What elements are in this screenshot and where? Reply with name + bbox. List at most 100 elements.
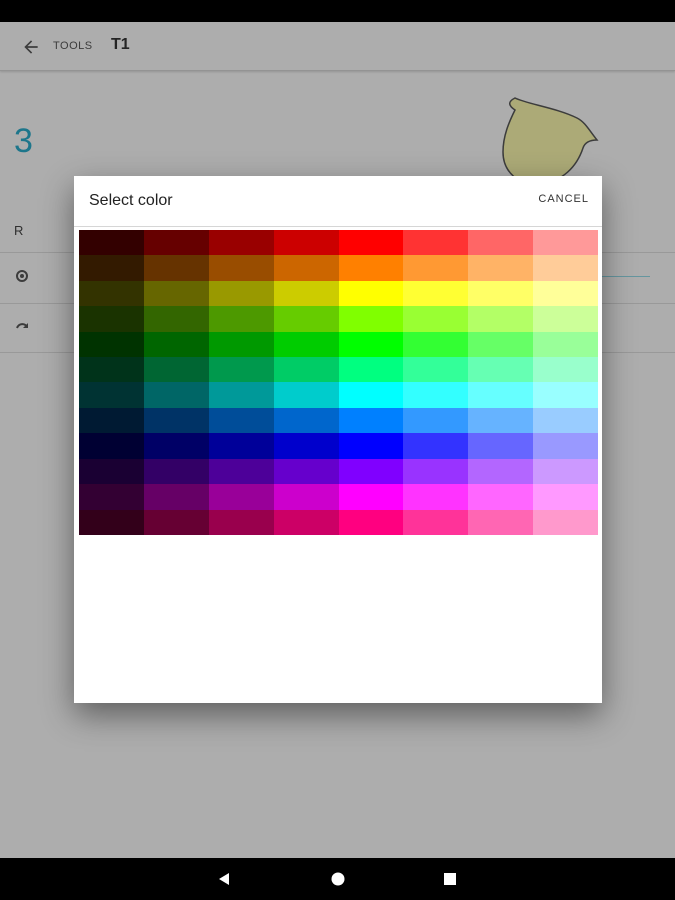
color-swatch[interactable]	[403, 509, 469, 535]
color-swatch[interactable]	[533, 458, 598, 485]
color-swatch[interactable]	[273, 484, 339, 510]
color-swatch[interactable]	[533, 407, 598, 434]
color-swatch[interactable]	[533, 280, 598, 307]
color-swatch[interactable]	[273, 509, 339, 535]
color-swatch[interactable]	[468, 509, 534, 535]
color-swatch[interactable]	[403, 458, 469, 485]
color-swatch[interactable]	[403, 357, 469, 383]
color-swatch[interactable]	[273, 331, 339, 358]
color-swatch[interactable]	[468, 458, 534, 485]
color-swatch[interactable]	[208, 458, 274, 485]
color-swatch[interactable]	[468, 357, 534, 383]
color-swatch[interactable]	[468, 382, 534, 408]
color-swatch[interactable]	[143, 357, 209, 383]
color-swatch[interactable]	[533, 230, 598, 256]
color-swatch[interactable]	[533, 306, 598, 332]
color-swatch[interactable]	[338, 280, 404, 307]
color-swatch[interactable]	[208, 407, 274, 434]
color-swatch[interactable]	[468, 433, 534, 459]
color-swatch[interactable]	[338, 230, 404, 256]
color-swatch[interactable]	[79, 280, 144, 307]
color-swatch[interactable]	[403, 280, 469, 307]
color-swatch[interactable]	[338, 306, 404, 332]
color-swatch[interactable]	[533, 331, 598, 358]
color-swatch[interactable]	[533, 433, 598, 459]
color-swatch[interactable]	[403, 382, 469, 408]
color-swatch[interactable]	[143, 458, 209, 485]
color-swatch[interactable]	[208, 331, 274, 358]
color-swatch[interactable]	[338, 382, 404, 408]
color-swatch[interactable]	[143, 382, 209, 408]
color-swatch[interactable]	[403, 484, 469, 510]
color-swatch[interactable]	[143, 255, 209, 281]
nav-back-button[interactable]	[214, 869, 234, 889]
color-swatch[interactable]	[403, 230, 469, 256]
color-swatch[interactable]	[533, 509, 598, 535]
color-swatch[interactable]	[533, 484, 598, 510]
color-swatch[interactable]	[208, 509, 274, 535]
color-swatch[interactable]	[338, 509, 404, 535]
color-swatch[interactable]	[208, 280, 274, 307]
color-swatch[interactable]	[79, 484, 144, 510]
color-swatch[interactable]	[143, 306, 209, 332]
color-swatch[interactable]	[403, 433, 469, 459]
color-swatch[interactable]	[143, 484, 209, 510]
color-swatch[interactable]	[79, 407, 144, 434]
color-swatch[interactable]	[273, 458, 339, 485]
color-swatch[interactable]	[468, 407, 534, 434]
color-swatch[interactable]	[468, 230, 534, 256]
color-swatch[interactable]	[533, 382, 598, 408]
color-swatch[interactable]	[533, 357, 598, 383]
color-swatch[interactable]	[468, 331, 534, 358]
color-swatch[interactable]	[533, 255, 598, 281]
color-swatch[interactable]	[338, 484, 404, 510]
color-swatch[interactable]	[208, 433, 274, 459]
color-swatch[interactable]	[468, 484, 534, 510]
color-swatch[interactable]	[273, 357, 339, 383]
color-swatch[interactable]	[208, 255, 274, 281]
color-swatch[interactable]	[143, 230, 209, 256]
color-swatch[interactable]	[143, 331, 209, 358]
color-swatch[interactable]	[79, 357, 144, 383]
color-swatch[interactable]	[338, 433, 404, 459]
color-swatch[interactable]	[143, 407, 209, 434]
color-swatch[interactable]	[79, 382, 144, 408]
color-swatch[interactable]	[273, 433, 339, 459]
color-swatch[interactable]	[338, 458, 404, 485]
color-swatch[interactable]	[143, 509, 209, 535]
color-swatch[interactable]	[143, 433, 209, 459]
cancel-button[interactable]: CANCEL	[538, 193, 589, 205]
color-swatch[interactable]	[79, 509, 144, 535]
color-swatch[interactable]	[273, 407, 339, 434]
color-swatch[interactable]	[403, 255, 469, 281]
color-swatch[interactable]	[79, 433, 144, 459]
color-swatch[interactable]	[273, 280, 339, 307]
color-swatch[interactable]	[208, 306, 274, 332]
color-swatch[interactable]	[273, 306, 339, 332]
color-swatch[interactable]	[79, 230, 144, 256]
color-swatch[interactable]	[273, 382, 339, 408]
color-swatch[interactable]	[403, 407, 469, 434]
color-swatch[interactable]	[468, 255, 534, 281]
color-swatch[interactable]	[468, 306, 534, 332]
color-swatch[interactable]	[79, 306, 144, 332]
color-swatch[interactable]	[403, 331, 469, 358]
nav-home-button[interactable]	[328, 869, 348, 889]
color-swatch[interactable]	[403, 306, 469, 332]
color-swatch[interactable]	[338, 407, 404, 434]
color-swatch[interactable]	[273, 255, 339, 281]
color-swatch[interactable]	[79, 255, 144, 281]
color-swatch[interactable]	[468, 280, 534, 307]
color-swatch[interactable]	[208, 382, 274, 408]
color-swatch[interactable]	[273, 230, 339, 256]
color-swatch[interactable]	[208, 484, 274, 510]
color-swatch[interactable]	[338, 357, 404, 383]
nav-recents-button[interactable]	[440, 869, 460, 889]
color-swatch[interactable]	[208, 230, 274, 256]
color-swatch[interactable]	[79, 331, 144, 358]
color-swatch[interactable]	[338, 331, 404, 358]
color-swatch[interactable]	[143, 280, 209, 307]
color-swatch[interactable]	[79, 458, 144, 485]
color-swatch[interactable]	[208, 357, 274, 383]
color-swatch[interactable]	[338, 255, 404, 281]
